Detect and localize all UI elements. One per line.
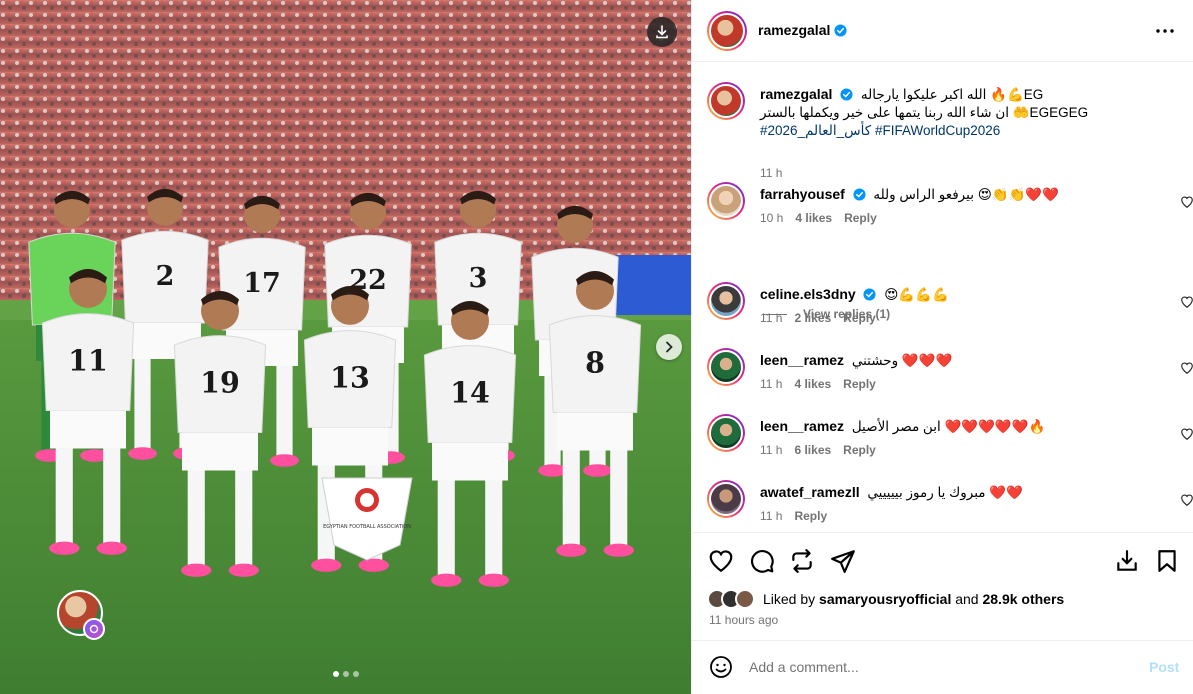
comment-text: بيرفعو الراس ولله 😍👏👏❤️❤️ [873, 187, 1060, 202]
comment-time[interactable]: 11 h [760, 443, 782, 457]
comment-username[interactable]: leen__ramez [760, 418, 844, 434]
bookmark-icon[interactable] [1154, 548, 1180, 574]
comment-icon[interactable] [749, 548, 775, 574]
commenter-avatar[interactable] [707, 182, 745, 220]
caption-time[interactable]: 11 h [760, 166, 782, 180]
reply-button[interactable]: Reply [844, 211, 877, 225]
caption-avatar[interactable] [707, 82, 745, 120]
caption-text-line2: ان شاء الله ربنا يتمها على خير ويكملها ب… [760, 105, 1089, 120]
save-icon[interactable] [1114, 548, 1140, 574]
liker-avatars[interactable] [707, 589, 755, 609]
jersey-number: 13 [330, 361, 370, 395]
jersey-number: 19 [200, 366, 240, 400]
comment-text: 😍💪💪💪 [884, 287, 949, 302]
commenter-avatar[interactable] [707, 282, 745, 320]
comment-composer: Post [692, 640, 1193, 694]
comment-item: celine.els3dny 😍💪💪💪 11 h 2 likes Reply [707, 282, 1193, 332]
carousel-dot [343, 671, 349, 677]
comment-item: awatef_ramezll مبروك يا رموز بيييييي ❤️❤… [707, 480, 1193, 530]
heart-icon[interactable] [1180, 361, 1193, 375]
carousel-dot [333, 671, 339, 677]
post-time-ago[interactable]: 11 hours ago [709, 613, 778, 627]
post-header: ramezgalal [692, 0, 1193, 62]
post-button[interactable]: Post [1149, 659, 1179, 675]
collab-badge [83, 618, 105, 640]
commenter-avatar[interactable] [707, 414, 745, 452]
more-icon[interactable] [1153, 20, 1177, 42]
comment-time[interactable]: 11 h [760, 377, 782, 391]
comment-time[interactable]: 11 h [760, 509, 782, 523]
share-icon[interactable] [789, 548, 815, 574]
like-heart-icon[interactable] [708, 548, 734, 574]
comment-likes[interactable]: 2 likes [794, 311, 831, 325]
heart-icon[interactable] [1180, 427, 1193, 441]
jersey-number: 11 [68, 344, 108, 378]
comment-item: leen__ramez ابن مصر الأصيل ❤️❤️❤️❤️❤️🔥 1… [707, 414, 1193, 464]
author-username[interactable]: ramezgalal [758, 22, 830, 38]
reply-button[interactable]: Reply [843, 443, 876, 457]
jersey-number: 14 [450, 376, 490, 410]
heart-icon[interactable] [1180, 195, 1193, 209]
comment-username[interactable]: awatef_ramezll [760, 484, 860, 500]
action-bar: Liked by samaryousryofficial and 28.9k o… [692, 532, 1193, 640]
author-avatar[interactable] [707, 11, 747, 51]
comments-list[interactable]: ramezgalal الله اكبر عليكوا يارجاله 🔥💪EG… [692, 62, 1193, 532]
carousel-dots [333, 671, 359, 677]
jersey-number: 17 [243, 268, 281, 299]
team-photo: 2 17 22 3 1119 13 148 EGYPTIAN FOOTBALL ASSOC… [0, 0, 691, 694]
comment-likes[interactable]: 6 likes [794, 443, 831, 457]
comment-input[interactable] [749, 656, 1129, 678]
comment-item: leen__ramez وحشتني ❤️❤️❤️ 11 h 4 likes R… [707, 348, 1193, 398]
reply-button[interactable]: Reply [794, 509, 827, 523]
comment-text: وحشتني ❤️❤️❤️ [851, 353, 953, 368]
reply-button[interactable]: Reply [843, 311, 876, 325]
comment-likes[interactable]: 4 likes [794, 377, 831, 391]
liked-by-prefix: Liked by [763, 591, 816, 607]
download-button[interactable] [647, 17, 677, 47]
carousel-dot [353, 671, 359, 677]
carousel-next-button[interactable] [656, 334, 682, 360]
comment-username[interactable]: celine.els3dny [760, 286, 856, 302]
liked-by-others[interactable]: 28.9k others [982, 591, 1064, 607]
comment-username[interactable]: farrahyousef [760, 186, 845, 202]
comment-time[interactable]: 10 h [760, 211, 783, 225]
comment-text: مبروك يا رموز بيييييي ❤️❤️ [867, 485, 1023, 500]
send-icon[interactable] [830, 548, 856, 574]
emoji-icon[interactable] [709, 655, 733, 679]
reels-icon [89, 624, 99, 634]
comment-username[interactable]: leen__ramez [760, 352, 844, 368]
liked-by-user[interactable]: samaryousryofficial [819, 591, 951, 607]
commenter-avatar[interactable] [707, 480, 745, 518]
liked-by-and: and [955, 591, 979, 607]
caption-username[interactable]: ramezgalal [760, 86, 832, 102]
heart-icon[interactable] [1180, 493, 1193, 507]
reply-button[interactable]: Reply [843, 377, 876, 391]
chevron-right-icon [666, 341, 673, 353]
verified-icon [834, 23, 847, 37]
caption-hashtags[interactable]: #كأس_العالم_2026 #FIFAWorldCup2026 [760, 123, 1000, 138]
download-icon [656, 25, 668, 39]
jersey-number: 2 [156, 261, 175, 292]
comment-likes[interactable]: 4 likes [795, 211, 832, 225]
liked-by: Liked by samaryousryofficial and 28.9k o… [707, 589, 1064, 609]
verified-icon [840, 88, 853, 101]
comment-time[interactable]: 11 h [760, 311, 782, 325]
verified-icon [863, 288, 877, 301]
caption-text-line1: الله اكبر عليكوا يارجاله 🔥💪EG [860, 87, 1044, 102]
liker-avatar [735, 589, 755, 609]
caption: ramezgalal الله اكبر عليكوا يارجاله 🔥💪EG… [707, 82, 1182, 180]
comment-item: farrahyousef بيرفعو الراس ولله 😍👏👏❤️❤️ 1… [707, 182, 1193, 232]
post-panel: ramezgalal ramezgalal الله اكبر عليكوا ي… [691, 0, 1193, 694]
jersey-number: 8 [585, 346, 605, 380]
commenter-avatar[interactable] [707, 348, 745, 386]
verified-icon [853, 188, 866, 201]
jersey-number: 3 [469, 263, 488, 294]
pennant-label: EGYPTIAN FOOTBALL ASSOCIATION [323, 524, 411, 530]
heart-icon[interactable] [1180, 295, 1193, 309]
post-image[interactable]: 2 17 22 3 11 19 13 14 8 EGYPTIAN FOOTBALL ASSOC… [0, 0, 691, 694]
comment-text: ابن مصر الأصيل ❤️❤️❤️❤️❤️🔥 [851, 419, 1046, 434]
